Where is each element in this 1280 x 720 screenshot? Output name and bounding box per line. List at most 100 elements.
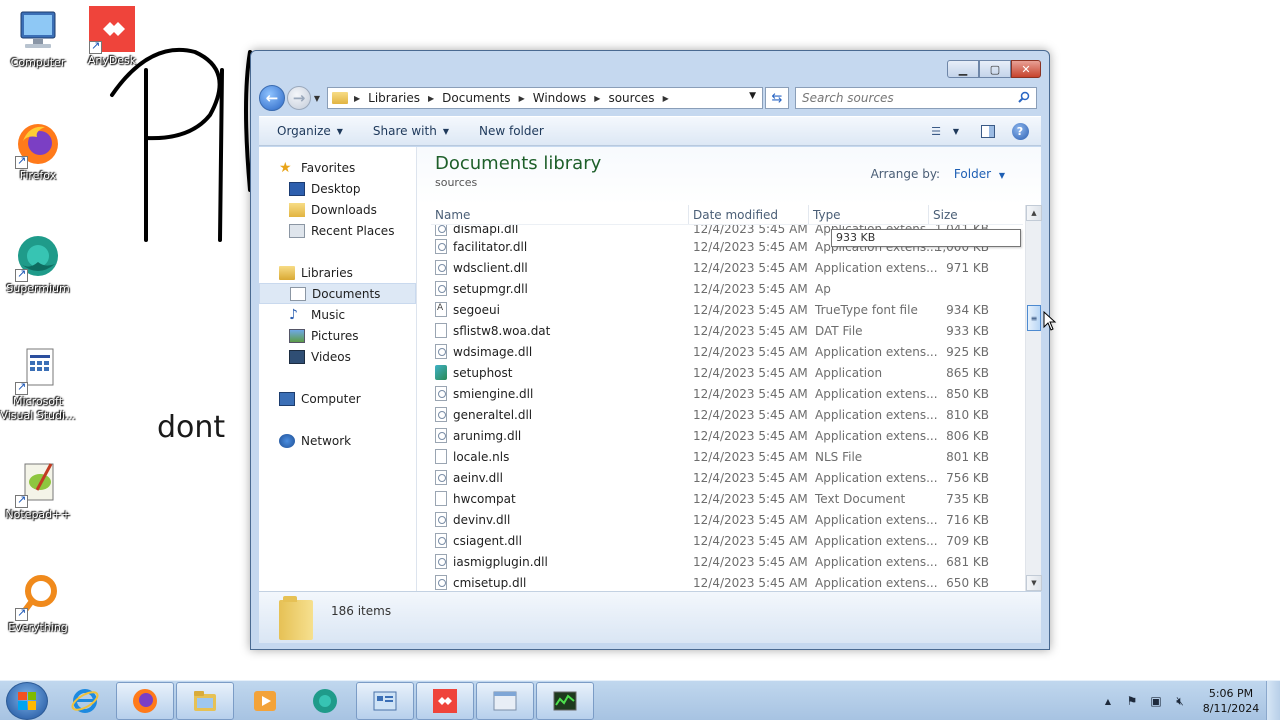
refresh-button[interactable]: ⇆	[765, 87, 789, 109]
action-center-flag-icon[interactable]: ⚑	[1124, 693, 1140, 709]
nav-pictures[interactable]: Pictures	[259, 325, 416, 346]
address-bar[interactable]: ▶ Libraries ▶ Documents ▶ Windows ▶ sour…	[327, 87, 763, 109]
title-bar[interactable]: ▁ ▢ ✕	[251, 51, 1049, 83]
file-date: 12/4/2023 5:45 AM	[693, 533, 808, 548]
desktop-icon-everything[interactable]: Everything	[0, 573, 76, 635]
breadcrumb-documents[interactable]: Documents	[442, 91, 510, 105]
taskbar-media-player[interactable]	[236, 682, 294, 720]
vertical-scrollbar[interactable]: ▲ ≡ ▼	[1025, 205, 1042, 591]
file-size: 850 KB	[946, 386, 989, 401]
nav-favorites[interactable]: ★ Favorites	[259, 157, 416, 178]
desktop-icon-notepadpp[interactable]: Notepad++	[0, 460, 76, 522]
table-row[interactable]: setupmgr.dll 12/4/2023 5:45 AM Ap	[431, 278, 1023, 299]
file-name: wdsimage.dll	[453, 344, 533, 359]
file-name: iasmigplugin.dll	[453, 554, 548, 569]
maximize-button[interactable]: ▢	[979, 60, 1011, 78]
nav-music[interactable]: ♪ Music	[259, 304, 416, 325]
volume-muted-icon[interactable]: 🔇︎	[1172, 693, 1188, 709]
table-row[interactable]: wdsclient.dll 12/4/2023 5:45 AM Applicatio…	[431, 257, 1023, 278]
chevron-right-icon[interactable]: ▶	[519, 94, 525, 103]
minimize-button[interactable]: ▁	[947, 60, 979, 78]
preview-pane-button[interactable]	[979, 122, 997, 140]
desktop-icon-supermium[interactable]: Supermium	[0, 234, 76, 296]
file-name: facilitator.dll	[453, 239, 528, 254]
chevron-right-icon[interactable]: ▶	[428, 94, 434, 103]
scroll-down-button[interactable]: ▼	[1026, 575, 1042, 591]
show-desktop-button[interactable]	[1266, 681, 1280, 720]
control-panel-icon	[373, 691, 397, 710]
taskbar-anydesk[interactable]	[416, 681, 474, 720]
search-icon[interactable]	[1018, 91, 1030, 103]
nav-videos[interactable]: Videos	[259, 346, 416, 367]
file-name: generaltel.dll	[453, 407, 533, 422]
scroll-thumb[interactable]: ≡	[1027, 305, 1041, 331]
column-type[interactable]: Type	[809, 205, 929, 224]
table-row[interactable]: locale.nls 12/4/2023 5:45 AM NLS File 801 K…	[431, 446, 1023, 467]
preview-pane-icon	[981, 124, 995, 138]
clock[interactable]: 5:06 PM 8/11/2024	[1196, 686, 1266, 716]
table-row[interactable]: devinv.dll 12/4/2023 5:45 AM Application e…	[431, 509, 1023, 530]
show-hidden-icons-button[interactable]: ▲	[1100, 693, 1116, 709]
breadcrumb-sources[interactable]: sources	[608, 91, 654, 105]
scroll-up-button[interactable]: ▲	[1026, 205, 1042, 221]
search-input[interactable]	[802, 91, 1002, 105]
address-row: ← → ▼ ▶ Libraries ▶ Documents ▶ Windows …	[259, 85, 1041, 111]
taskbar-task-manager[interactable]	[536, 681, 594, 720]
table-row[interactable]: csiagent.dll 12/4/2023 5:45 AM Application…	[431, 530, 1023, 551]
breadcrumb-libraries[interactable]: Libraries	[368, 91, 420, 105]
chevron-right-icon[interactable]: ▶	[663, 94, 669, 103]
breadcrumb-windows[interactable]: Windows	[533, 91, 587, 105]
nav-downloads[interactable]: Downloads	[259, 199, 416, 220]
desktop-icon-anydesk[interactable]: AnyDesk	[74, 6, 150, 68]
taskbar-firefox[interactable]	[116, 681, 174, 720]
recent-pages-dropdown[interactable]: ▼	[311, 94, 323, 103]
taskbar-supermium[interactable]	[296, 682, 354, 720]
table-row[interactable]: segoeui 12/4/2023 5:45 AM TrueType font fi…	[431, 299, 1023, 320]
nav-computer[interactable]: Computer	[259, 388, 416, 409]
start-button[interactable]	[6, 681, 48, 720]
column-size[interactable]: Size	[929, 205, 999, 224]
close-button[interactable]: ✕	[1011, 60, 1041, 78]
view-options-dropdown[interactable]: ▼	[947, 122, 965, 140]
forward-button[interactable]: →	[287, 86, 311, 110]
chevron-right-icon[interactable]: ▶	[594, 94, 600, 103]
table-row[interactable]: wdsimage.dll 12/4/2023 5:45 AM Application…	[431, 341, 1023, 362]
chevron-down-icon[interactable]: ▼	[999, 171, 1005, 180]
search-box[interactable]	[795, 87, 1037, 109]
nav-network[interactable]: Network	[259, 430, 416, 451]
file-date: 12/4/2023 5:45 AM	[693, 386, 808, 401]
change-view-button[interactable]: ☰	[927, 122, 945, 140]
network-status-icon[interactable]: ▣	[1148, 693, 1164, 709]
help-button[interactable]: ?	[1011, 122, 1029, 140]
taskbar-control-panel[interactable]	[356, 681, 414, 720]
column-date-modified[interactable]: Date modified	[689, 205, 809, 224]
table-row[interactable]: iasmigplugin.dll 12/4/2023 5:45 AM Applica…	[431, 551, 1023, 572]
taskbar-internet-explorer[interactable]	[56, 682, 114, 720]
arrange-by-dropdown[interactable]: Folder	[954, 167, 991, 181]
taskbar-explorer[interactable]	[176, 681, 234, 720]
nav-label: Network	[301, 433, 352, 448]
desktop-icon-visual-studio[interactable]: Microsoft Visual Studi...	[0, 347, 76, 423]
share-with-menu[interactable]: Share with ▼	[373, 124, 449, 138]
organize-menu[interactable]: Organize ▼	[277, 124, 343, 138]
table-row[interactable]: setuphost 12/4/2023 5:45 AM Application 865…	[431, 362, 1023, 383]
column-name[interactable]: Name	[431, 205, 689, 224]
taskbar-remote-window[interactable]	[476, 681, 534, 720]
table-row[interactable]: sflistw8.woa.dat 12/4/2023 5:45 AM DAT Fil…	[431, 320, 1023, 341]
desktop-icon-computer[interactable]: Computer	[0, 8, 76, 70]
table-row[interactable]: hwcompat 12/4/2023 5:45 AM Text Document 73…	[431, 488, 1023, 509]
file-type: Application extens...	[815, 407, 938, 422]
back-button[interactable]: ←	[259, 85, 285, 111]
new-folder-button[interactable]: New folder	[479, 124, 544, 138]
nav-desktop[interactable]: Desktop	[259, 178, 416, 199]
table-row[interactable]: arunimg.dll 12/4/2023 5:45 AM Application …	[431, 425, 1023, 446]
table-row[interactable]: generaltel.dll 12/4/2023 5:45 AM Applicati…	[431, 404, 1023, 425]
table-row[interactable]: aeinv.dll 12/4/2023 5:45 AM Application ex…	[431, 467, 1023, 488]
nav-documents[interactable]: Documents	[259, 283, 416, 304]
desktop-icon-firefox[interactable]: Firefox	[0, 121, 76, 183]
table-row[interactable]: cmisetup.dll 12/4/2023 5:45 AM Application…	[431, 572, 1023, 591]
nav-libraries[interactable]: Libraries	[259, 262, 416, 283]
table-row[interactable]: smiengine.dll 12/4/2023 5:45 AM Applicatio…	[431, 383, 1023, 404]
nav-recent-places[interactable]: Recent Places	[259, 220, 416, 241]
chevron-down-icon[interactable]: ▼	[749, 91, 756, 101]
